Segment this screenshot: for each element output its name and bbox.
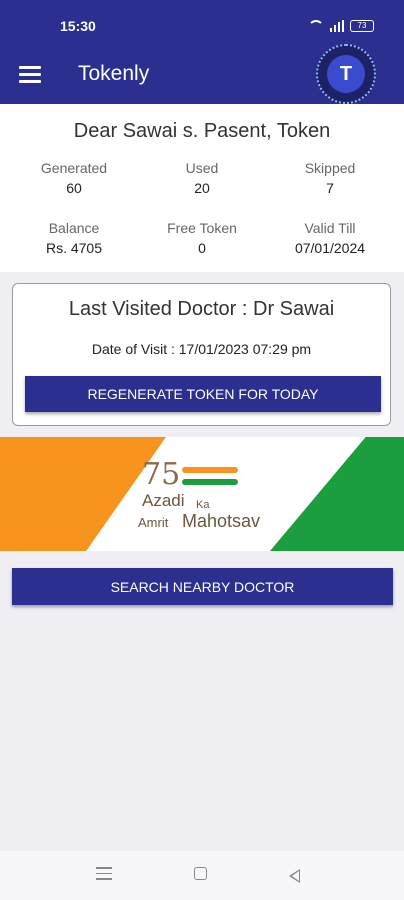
greeting: Dear Sawai s. Pasent, Token (73, 120, 331, 142)
last-visited-doctor: Last Visited Doctor : Dr Sawai (68, 298, 335, 320)
system-nav-bar (0, 851, 404, 900)
stat-value: Rs. 4705 (45, 240, 103, 256)
stat-label: Used (185, 160, 219, 176)
banner-amrit: Amrit (138, 515, 169, 530)
stat-label: Valid Till (304, 220, 356, 236)
back-icon[interactable] (289, 869, 300, 883)
stat-label: Skipped (304, 160, 356, 176)
battery-icon: 73 (350, 20, 374, 32)
status-time: 15:30 (60, 18, 96, 34)
stat-label: Generated (40, 160, 108, 176)
stat-free-token: Free Token 0 (142, 220, 262, 256)
visit-date: Date of Visit : 17/01/2023 07:29 pm (91, 341, 312, 357)
stat-used: Used 20 (142, 160, 262, 196)
app-logo[interactable]: T (316, 44, 376, 104)
app-title: Tokenly (78, 62, 150, 85)
logo-t-icon: T (327, 55, 365, 93)
recent-apps-icon[interactable] (96, 867, 112, 883)
status-bar: 15:30 73 (0, 18, 404, 38)
banner-number: 75 (142, 457, 181, 492)
stat-value: 20 (194, 180, 210, 196)
stat-value: 7 (326, 180, 334, 196)
azadi-banner: 75 Azadi Ka Amrit Mahotsav (0, 437, 404, 551)
home-icon[interactable] (194, 867, 207, 880)
stat-value: 0 (198, 240, 206, 256)
azadi-logo: 75 Azadi Ka Amrit Mahotsav (138, 457, 278, 537)
stat-value: 60 (66, 180, 82, 196)
stat-label: Balance (48, 220, 100, 236)
app-bar: 15:30 73 Tokenly T (0, 0, 404, 104)
stat-label: Free Token (167, 220, 237, 236)
stat-valid-till: Valid Till 07/01/2024 (270, 220, 390, 256)
status-icons: 73 (308, 20, 374, 32)
signal-icon (330, 20, 344, 32)
regenerate-token-button[interactable]: REGENERATE TOKEN FOR TODAY (25, 376, 381, 412)
flag-icon (182, 467, 238, 487)
banner-green-stripe (270, 437, 404, 551)
stat-value: 07/01/2024 (294, 240, 366, 256)
banner-mahotsav: Mahotsav (182, 511, 261, 531)
search-nearby-doctor-button[interactable]: SEARCH NEARBY DOCTOR (12, 568, 393, 605)
last-visit-card: Last Visited Doctor : Dr Sawai Date of V… (12, 283, 391, 426)
token-summary: Dear Sawai s. Pasent, Token Generated 60… (0, 104, 404, 272)
stat-generated: Generated 60 (14, 160, 134, 196)
menu-icon[interactable] (19, 66, 41, 83)
banner-azadi: Azadi (142, 491, 185, 510)
banner-ka: Ka (196, 499, 210, 511)
wifi-icon (308, 20, 324, 32)
stat-balance: Balance Rs. 4705 (14, 220, 134, 256)
stat-skipped: Skipped 7 (270, 160, 390, 196)
